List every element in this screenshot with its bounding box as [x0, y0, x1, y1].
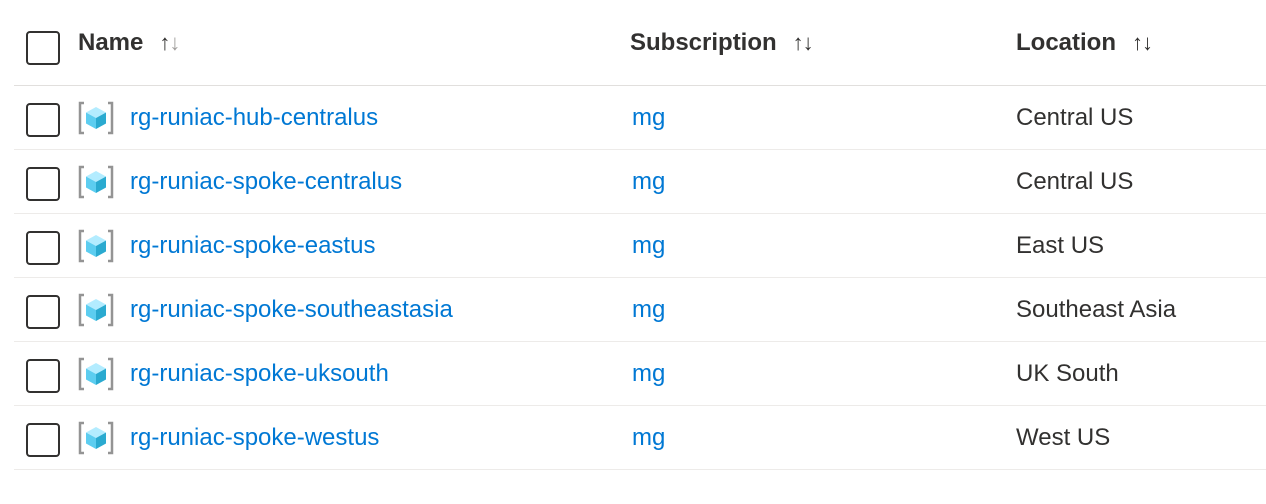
table-row[interactable]: rg-runiac-spoke-westus mg West US: [14, 406, 1266, 470]
resource-group-icon: [78, 229, 114, 263]
resource-group-icon: [78, 101, 114, 135]
resource-group-icon: [78, 293, 114, 327]
row-checkbox[interactable]: [26, 231, 60, 265]
select-all-checkbox[interactable]: [26, 31, 60, 65]
sort-ascending-icon[interactable]: ↑↓: [159, 30, 180, 56]
row-checkbox[interactable]: [26, 103, 60, 137]
subscription-cell: mg: [632, 214, 665, 278]
name-cell: rg-runiac-spoke-uksouth: [78, 342, 389, 406]
resource-group-link[interactable]: rg-runiac-spoke-westus: [130, 424, 379, 452]
resource-group-link[interactable]: rg-runiac-spoke-centralus: [130, 168, 402, 196]
subscription-link[interactable]: mg: [632, 168, 665, 196]
name-cell: rg-runiac-spoke-centralus: [78, 150, 402, 214]
resource-group-link[interactable]: rg-runiac-spoke-eastus: [130, 232, 375, 260]
subscription-cell: mg: [632, 150, 665, 214]
column-header-location[interactable]: Location ↑↓: [1016, 0, 1153, 86]
subscription-link[interactable]: mg: [632, 424, 665, 452]
name-cell: rg-runiac-hub-centralus: [78, 86, 378, 150]
resource-group-icon: [78, 165, 114, 199]
row-checkbox[interactable]: [26, 359, 60, 393]
resource-group-icon: [78, 357, 114, 391]
column-header-name-label: Name: [78, 29, 144, 56]
location-cell: UK South: [1016, 360, 1119, 387]
column-header-subscription-label: Subscription: [630, 29, 777, 56]
grid-header-row: Name ↑↓ Subscription ↑↓ Location ↑↓: [14, 0, 1266, 86]
name-cell: rg-runiac-spoke-westus: [78, 406, 379, 470]
location-cell: East US: [1016, 232, 1105, 259]
subscription-link[interactable]: mg: [632, 232, 665, 260]
location-cell: Central US: [1016, 168, 1134, 195]
location-cell: West US: [1016, 424, 1111, 451]
resource-group-link[interactable]: rg-runiac-spoke-uksouth: [130, 360, 389, 388]
subscription-cell: mg: [632, 86, 665, 150]
row-checkbox[interactable]: [26, 295, 60, 329]
table-row[interactable]: rg-runiac-spoke-eastus mg East US: [14, 214, 1266, 278]
subscription-link[interactable]: mg: [632, 104, 665, 132]
resource-group-grid: Name ↑↓ Subscription ↑↓ Location ↑↓ rg-r…: [0, 0, 1266, 470]
row-checkbox[interactable]: [26, 167, 60, 201]
resource-group-link[interactable]: rg-runiac-hub-centralus: [130, 104, 378, 132]
name-cell: rg-runiac-spoke-southeastasia: [78, 278, 453, 342]
table-row[interactable]: rg-runiac-spoke-uksouth mg UK South: [14, 342, 1266, 406]
column-header-location-label: Location: [1016, 29, 1116, 56]
subscription-link[interactable]: mg: [632, 360, 665, 388]
resource-group-link[interactable]: rg-runiac-spoke-southeastasia: [130, 296, 453, 324]
sort-icon[interactable]: ↑↓: [793, 30, 814, 56]
subscription-cell: mg: [632, 342, 665, 406]
column-header-name[interactable]: Name ↑↓: [78, 0, 180, 86]
location-cell: Southeast Asia: [1016, 296, 1177, 323]
name-cell: rg-runiac-spoke-eastus: [78, 214, 375, 278]
subscription-cell: mg: [632, 406, 665, 470]
table-row[interactable]: rg-runiac-spoke-centralus mg Central US: [14, 150, 1266, 214]
location-cell: Central US: [1016, 104, 1134, 131]
row-checkbox[interactable]: [26, 423, 60, 457]
table-row[interactable]: rg-runiac-hub-centralus mg Central US: [14, 86, 1266, 150]
column-header-subscription[interactable]: Subscription ↑↓: [630, 0, 814, 86]
subscription-cell: mg: [632, 278, 665, 342]
resource-group-icon: [78, 421, 114, 455]
table-row[interactable]: rg-runiac-spoke-southeastasia mg Southea…: [14, 278, 1266, 342]
subscription-link[interactable]: mg: [632, 296, 665, 324]
sort-icon[interactable]: ↑↓: [1132, 30, 1153, 56]
grid-body: rg-runiac-hub-centralus mg Central US rg…: [0, 86, 1266, 470]
